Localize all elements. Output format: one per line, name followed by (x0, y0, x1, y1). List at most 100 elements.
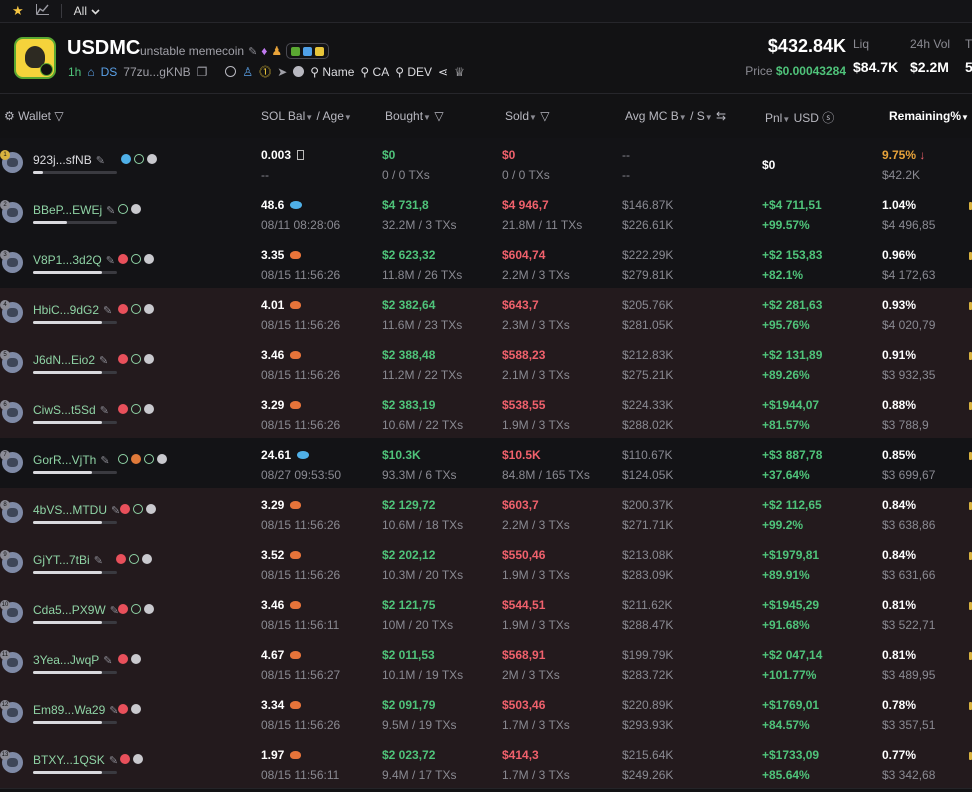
wallet-address[interactable]: GorR...VjTh (33, 453, 96, 467)
insider-icon[interactable] (118, 204, 128, 214)
table-row[interactable]: 3 V8P1...3d2Q ✎ 3.35 08/15 11:56:26 $2 623,32… (0, 238, 972, 289)
edit-icon[interactable]: ✎ (111, 504, 120, 517)
insider-icon[interactable] (129, 554, 139, 564)
insider-icon[interactable] (134, 154, 144, 164)
table-row[interactable]: 4 HbiC...9dG2 ✎ 4.01 08/15 11:56:26 $2 382,64… (0, 288, 972, 339)
edit-icon[interactable]: ✎ (103, 654, 112, 667)
alert-icon[interactable] (118, 654, 128, 664)
edit-icon[interactable]: ✎ (99, 354, 108, 367)
table-row[interactable]: 11 3Yea...JwqP ✎ 4.67 08/15 11:56:27 $2 011,5… (0, 638, 972, 689)
table-row[interactable]: 9 GjYT...7tBi ✎ 3.52 08/15 11:56:26 $2 202,12… (0, 538, 972, 589)
table-row[interactable]: 13 BTXY...1QSK ✎ 1.97 08/15 11:56:11 $2 023,7… (0, 738, 972, 789)
wallet-address[interactable]: CiwS...t5Sd (33, 403, 96, 417)
wallet-address[interactable]: Cda5...PX9W (33, 603, 106, 617)
edit-icon[interactable]: ✎ (100, 404, 109, 417)
list-icon[interactable] (144, 304, 154, 314)
table-row[interactable]: 8 4bVS...MTDU ✎ 3.29 08/15 11:56:26 $2 129,72… (0, 488, 972, 539)
token-logo[interactable] (14, 37, 56, 79)
alert-icon[interactable] (118, 354, 128, 364)
col-sold[interactable]: Sold▼ ▽ (505, 109, 550, 123)
list-icon[interactable] (144, 604, 154, 614)
chart-icon[interactable] (35, 4, 49, 18)
bundle-icon[interactable] (131, 454, 141, 464)
wallet-address[interactable]: 3Yea...JwqP (33, 653, 99, 667)
list-icon[interactable] (131, 704, 141, 714)
wallet-address[interactable]: BTXY...1QSK (33, 753, 105, 767)
wallet-address[interactable]: V8P1...3d2Q (33, 253, 102, 267)
table-row[interactable]: 1 923j...sfNB ✎ 0.003 -- $0 0 / 0 TXs $0 0 / 0 T… (0, 138, 972, 189)
insider-icon[interactable] (118, 454, 128, 464)
insider-icon[interactable] (144, 454, 154, 464)
insider-icon[interactable] (131, 304, 141, 314)
edit-icon[interactable]: ✎ (103, 304, 112, 317)
edit-icon[interactable]: ✎ (248, 45, 257, 58)
alert-icon[interactable] (120, 754, 130, 764)
alert-icon[interactable] (116, 554, 126, 564)
list-icon[interactable] (144, 254, 154, 264)
wallet-name[interactable]: GjYT...7tBi ✎ (33, 553, 103, 567)
insider-icon[interactable] (131, 354, 141, 364)
wallet-address[interactable]: Em89...Wa29 (33, 703, 105, 717)
ds-link[interactable]: DS (101, 65, 118, 79)
wallet-address[interactable]: 4bVS...MTDU (33, 503, 107, 517)
globe-icon[interactable] (225, 66, 237, 77)
wallet-name[interactable]: Cda5...PX9W ✎ (33, 603, 119, 617)
gear-icon[interactable]: ⚙ (4, 109, 15, 123)
alert-icon[interactable] (118, 304, 128, 314)
wallet-name[interactable]: GorR...VjTh ✎ (33, 453, 110, 467)
search-dev-link[interactable]: ⚲ DEV (395, 65, 432, 79)
alert-icon[interactable] (118, 404, 128, 414)
list-icon[interactable] (144, 354, 154, 364)
wallet-address[interactable]: J6dN...Eio2 (33, 353, 95, 367)
table-row[interactable]: 2 BBeP...EWEj ✎ 48.6 08/11 08:28:06 $4 731,8 3… (0, 188, 972, 239)
list-icon[interactable] (146, 504, 156, 514)
col-sol-bal[interactable]: SOL Bal▼ / Age▼ (261, 109, 352, 123)
insider-icon[interactable] (133, 504, 143, 514)
filter-icon[interactable]: ▽ (540, 109, 549, 123)
col-pnl[interactable]: Pnl▼ USD ⓢ (765, 109, 834, 126)
wallet-name[interactable]: CiwS...t5Sd ✎ (33, 403, 109, 417)
wallet-name[interactable]: V8P1...3d2Q ✎ (33, 253, 115, 267)
insider-icon[interactable] (131, 404, 141, 414)
filter-dropdown[interactable]: All (74, 4, 100, 18)
table-row[interactable]: 12 Em89...Wa29 ✎ 3.34 08/15 11:56:26 $2 091,7… (0, 688, 972, 739)
edit-icon[interactable]: ✎ (109, 754, 118, 767)
edit-icon[interactable]: ✎ (100, 454, 109, 467)
home-icon[interactable]: ⌂ (87, 65, 94, 79)
alert-icon[interactable] (118, 604, 128, 614)
col-avg-mc[interactable]: Avg MC B▼ / S▼ ⇆ (625, 109, 726, 123)
alert-icon[interactable] (120, 504, 130, 514)
col-usd-label[interactable]: USD (794, 111, 819, 125)
list-icon[interactable] (157, 454, 167, 464)
edit-icon[interactable]: ✎ (96, 154, 105, 167)
alert-icon[interactable] (118, 704, 128, 714)
col-bought[interactable]: Bought▼ ▽ (385, 109, 444, 123)
alert-icon[interactable] (118, 254, 128, 264)
table-row[interactable]: 6 CiwS...t5Sd ✎ 3.29 08/15 11:56:26 $2 383,19… (0, 388, 972, 439)
table-row[interactable]: 7 GorR...VjTh ✎ 24.61 08/27 09:53:50 $10.3K 93… (0, 438, 972, 489)
wallet-address[interactable]: BBeP...EWEj (33, 203, 102, 217)
insider-icon[interactable] (131, 254, 141, 264)
crown-icon[interactable]: ♕ (454, 65, 465, 79)
table-row[interactable]: 5 J6dN...Eio2 ✎ 3.46 08/15 11:56:26 $2 388,48… (0, 338, 972, 389)
list-icon[interactable] (133, 754, 143, 764)
col-age-label[interactable]: / Age (317, 109, 344, 123)
copy-icon[interactable]: ❐ (197, 65, 208, 79)
filter-icon[interactable]: ▽ (434, 109, 443, 123)
wallet-name[interactable]: J6dN...Eio2 ✎ (33, 353, 108, 367)
star-icon[interactable]: ★ (12, 3, 24, 19)
wallet-name[interactable]: HbiC...9dG2 ✎ (33, 303, 112, 317)
wallet-name[interactable]: 4bVS...MTDU ✎ (33, 503, 120, 517)
list-icon[interactable] (131, 654, 141, 664)
edit-icon[interactable]: ✎ (106, 254, 115, 267)
wallet-name[interactable]: BTXY...1QSK ✎ (33, 753, 118, 767)
list-icon[interactable] (142, 554, 152, 564)
list-icon[interactable] (293, 66, 305, 77)
share-icon[interactable]: ⋖ (438, 65, 448, 79)
search-ca-link[interactable]: ⚲ CA (360, 65, 389, 79)
telegram-icon[interactable]: ➤ (277, 65, 287, 79)
wallet-name[interactable]: 3Yea...JwqP ✎ (33, 653, 113, 667)
col-wallet[interactable]: ⚙ Wallet ▽ (4, 109, 64, 123)
edit-icon[interactable]: ✎ (106, 204, 115, 217)
edit-icon[interactable]: ✎ (94, 554, 103, 567)
